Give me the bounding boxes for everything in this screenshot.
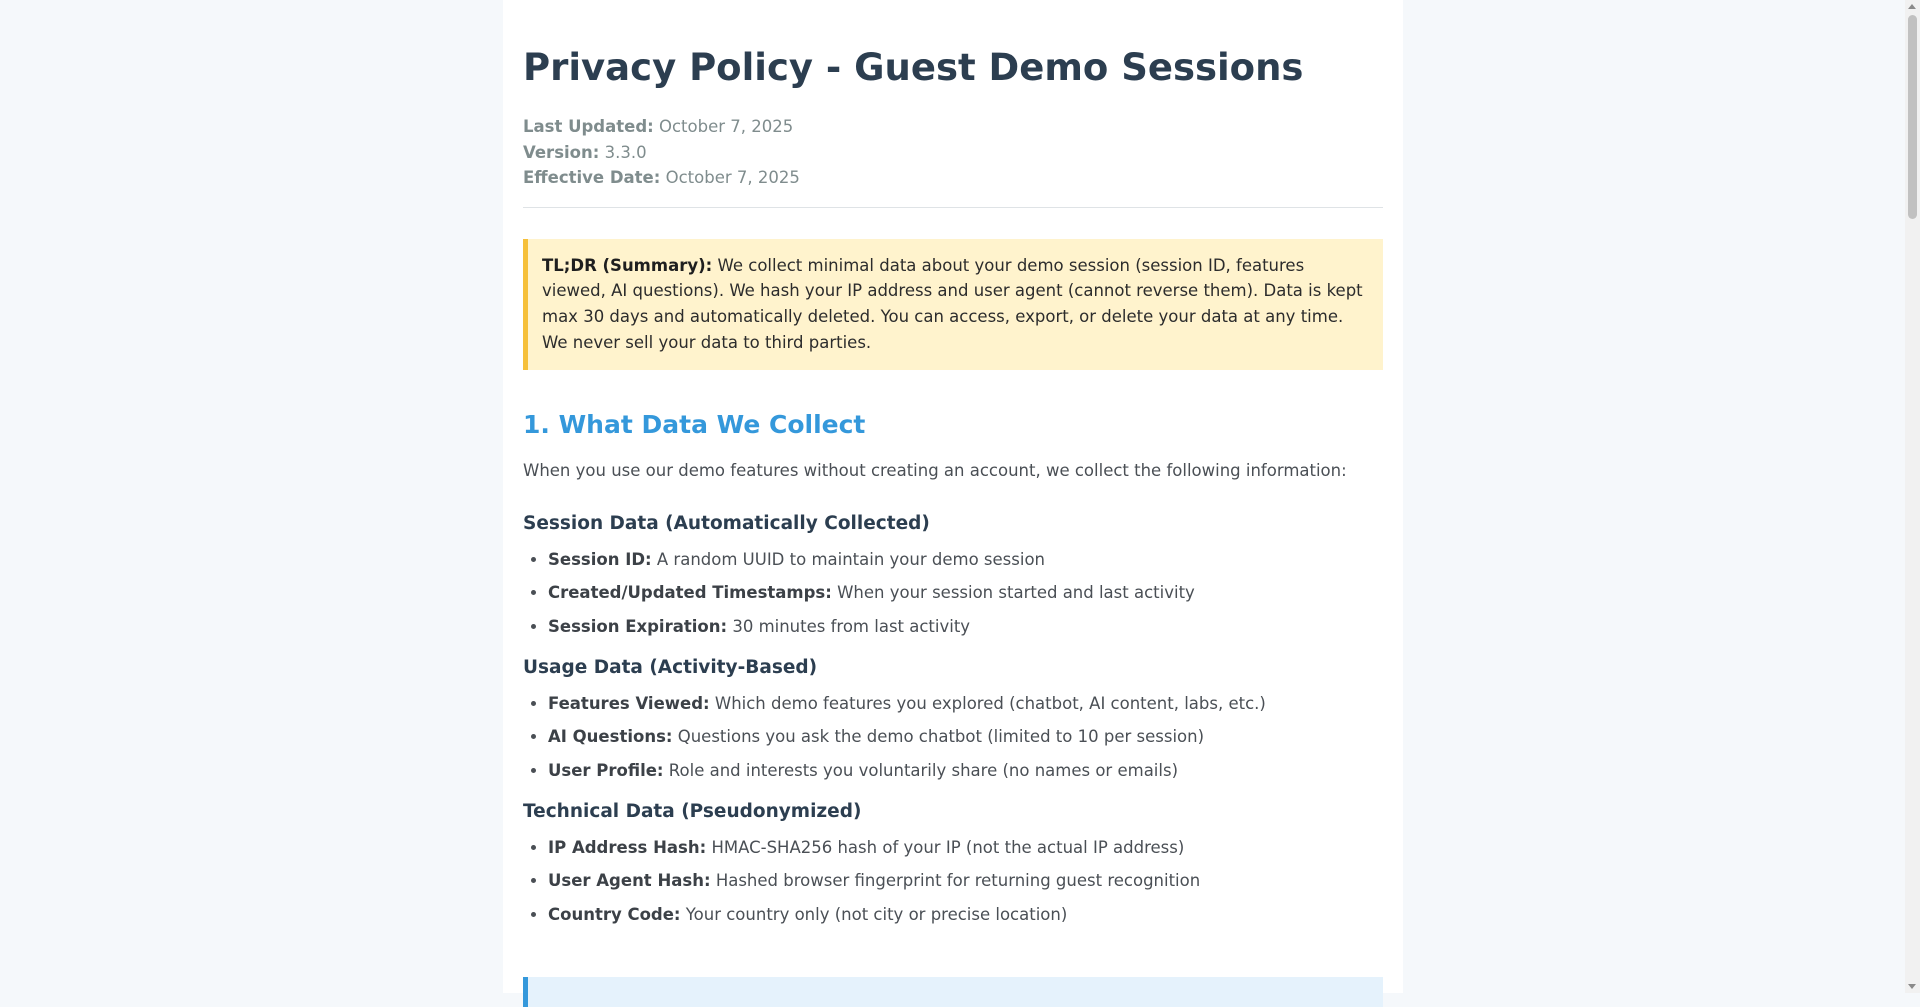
- info-notice-box: [523, 977, 1383, 1007]
- section-intro: When you use our demo features without c…: [523, 460, 1347, 480]
- scroll-up-arrow-icon[interactable]: [1908, 4, 1916, 9]
- list-item: User Profile: Role and interests you vol…: [548, 760, 1383, 782]
- meta-version: Version: 3.3.0: [523, 142, 647, 162]
- page-title: Privacy Policy - Guest Demo Sessions: [523, 46, 1304, 89]
- group-list: Session ID: A random UUID to maintain yo…: [523, 549, 1383, 638]
- policy-page: Privacy Policy - Guest Demo Sessions Las…: [503, 0, 1403, 1007]
- group-list: Features Viewed: Which demo features you…: [523, 693, 1383, 782]
- meta-last-updated: Last Updated: October 7, 2025: [523, 117, 794, 136]
- section-heading-data-collected: 1. What Data We Collect: [523, 409, 866, 439]
- list-item: Country Code: Your country only (not cit…: [548, 904, 1383, 926]
- group-title: Session Data (Automatically Collected): [523, 512, 930, 534]
- group-usage-data: Usage Data (Activity-Based) Features Vie…: [523, 656, 1383, 782]
- scroll-down-arrow-icon[interactable]: [1908, 984, 1916, 989]
- tldr-label: TL;DR (Summary):: [542, 255, 713, 275]
- header-divider: [523, 206, 1383, 208]
- list-item: AI Questions: Questions you ask the demo…: [548, 726, 1383, 748]
- scrollbar-thumb[interactable]: [1908, 15, 1917, 219]
- list-item: Features Viewed: Which demo features you…: [548, 693, 1383, 715]
- vertical-scrollbar[interactable]: [1905, 0, 1920, 993]
- group-list: IP Address Hash: HMAC-SHA256 hash of you…: [523, 837, 1383, 926]
- tldr-summary-box: TL;DR (Summary): We collect minimal data…: [523, 238, 1383, 370]
- meta-effective-date: Effective Date: October 7, 2025: [523, 168, 800, 187]
- group-title: Technical Data (Pseudonymized): [523, 800, 862, 822]
- list-item: Session Expiration: 30 minutes from last…: [548, 616, 1383, 638]
- policy-meta: Last Updated: October 7, 2025 Version: 3…: [523, 114, 1383, 191]
- group-technical-data: Technical Data (Pseudonymized) IP Addres…: [523, 800, 1383, 926]
- list-item: User Agent Hash: Hashed browser fingerpr…: [548, 870, 1383, 892]
- list-item: Created/Updated Timestamps: When your se…: [548, 582, 1383, 604]
- group-title: Usage Data (Activity-Based): [523, 656, 818, 678]
- list-item: IP Address Hash: HMAC-SHA256 hash of you…: [548, 837, 1383, 859]
- list-item: Session ID: A random UUID to maintain yo…: [548, 549, 1383, 571]
- group-session-data: Session Data (Automatically Collected) S…: [523, 512, 1383, 638]
